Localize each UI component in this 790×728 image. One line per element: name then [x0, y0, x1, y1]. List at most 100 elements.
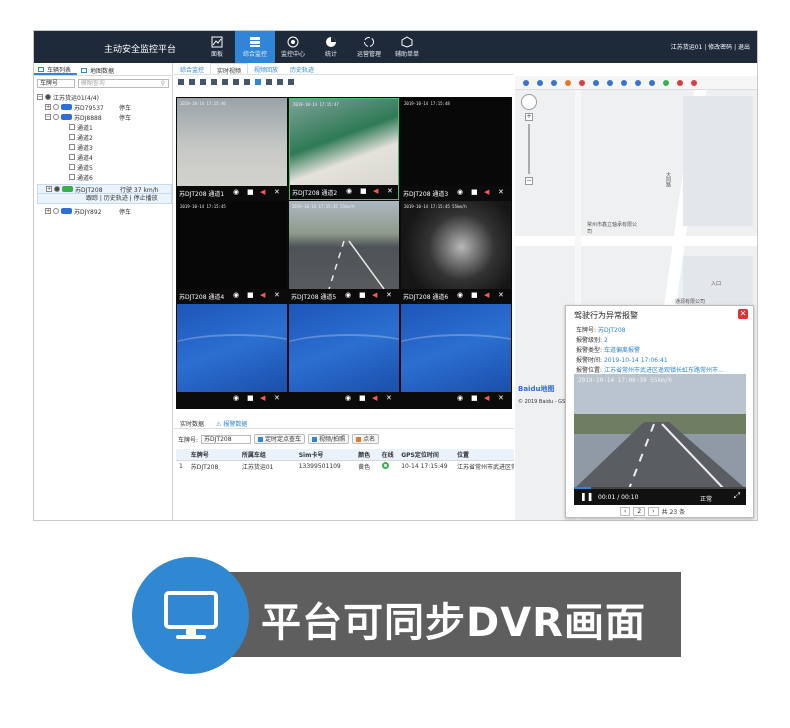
camera-icon[interactable]: ◉: [233, 292, 239, 299]
current-page[interactable]: 2: [633, 507, 646, 516]
layout-6-icon[interactable]: [200, 79, 206, 85]
expand-icon[interactable]: ✕: [498, 189, 504, 196]
tree-channel[interactable]: 通道1: [37, 122, 172, 132]
camera-icon[interactable]: ◉: [346, 188, 352, 195]
tab-integrated[interactable]: 综合监控: [174, 63, 210, 74]
tree-root[interactable]: − 江苏货运01(4/4): [37, 92, 172, 102]
camera-icon[interactable]: ◉: [457, 292, 463, 299]
mute-icon[interactable]: ◀: [484, 292, 489, 299]
expand-icon[interactable]: ✕: [498, 395, 504, 402]
zoom-slider[interactable]: [528, 124, 530, 174]
camera-icon[interactable]: ◉: [233, 189, 239, 196]
expand-icon[interactable]: ✕: [274, 395, 280, 402]
camera-icon[interactable]: ◉: [457, 395, 463, 402]
map-poi[interactable]: 入口: [711, 280, 721, 287]
expand-icon[interactable]: ✕: [498, 292, 504, 299]
stop-all-icon[interactable]: [244, 79, 250, 85]
vehicle-actions[interactable]: 跟踪 | 历史轨迹 | 停止播放: [37, 194, 172, 204]
mute-icon[interactable]: ◀: [484, 395, 489, 402]
mute-icon[interactable]: ◀: [372, 292, 377, 299]
checkbox[interactable]: [53, 114, 59, 120]
clear-icon[interactable]: [565, 79, 571, 86]
settings-icon[interactable]: [277, 79, 283, 85]
stop-icon[interactable]: ■: [247, 189, 254, 196]
tree-channel[interactable]: 通道5: [37, 162, 172, 172]
nav-integrated-monitoring[interactable]: 综合监控: [235, 31, 275, 63]
camera-icon[interactable]: ◉: [345, 292, 351, 299]
stop-icon[interactable]: ■: [471, 189, 478, 196]
layout-9-icon[interactable]: [211, 79, 217, 85]
zoom-in-button[interactable]: +: [525, 113, 533, 121]
user-bar[interactable]: 江苏货运01 | 修改密码 | 退出: [671, 42, 750, 51]
alarm-video[interactable]: 2019-10-14 17:06:39 55km/h: [574, 374, 746, 489]
tree-channel[interactable]: 通道2: [37, 132, 172, 142]
ruler-icon[interactable]: [607, 79, 613, 86]
route-icon[interactable]: [649, 79, 655, 86]
collapse-icon[interactable]: −: [45, 114, 51, 120]
fullscreen-icon[interactable]: [233, 79, 239, 85]
play-icon[interactable]: [255, 79, 261, 85]
video-cell-3[interactable]: 2019-10-14 17:15:48 苏DJT208 通道3 ◉ ■ ◀ ✕: [401, 98, 511, 200]
tree-channel[interactable]: 通道6: [37, 172, 172, 182]
video-cell-2[interactable]: 2019-10-14 17:15:47 苏DJT208 通道2 ◉ ■ ◀ ✕: [289, 98, 399, 200]
camera-icon[interactable]: ◉: [457, 189, 463, 196]
layout-16-icon[interactable]: [222, 79, 228, 85]
pin-icon[interactable]: [663, 79, 669, 86]
tab-vehicle-list[interactable]: 车辆列表: [34, 63, 78, 75]
camera-icon[interactable]: ◉: [233, 395, 239, 402]
alarm-point-icon[interactable]: [677, 79, 683, 86]
collapse-icon[interactable]: −: [37, 94, 43, 100]
checkbox[interactable]: [53, 104, 59, 110]
mute-icon[interactable]: ◀: [260, 395, 265, 402]
nav-operations[interactable]: 运营管理: [349, 31, 389, 63]
video-cell-1[interactable]: 2019-10-14 17:15:46 苏DJT208 通道1 ◉ ■ ◀ ✕: [177, 98, 287, 200]
stop-icon[interactable]: ■: [359, 395, 366, 402]
tree-channel[interactable]: 通道4: [37, 152, 172, 162]
rollcall-button[interactable]: 点名: [352, 434, 380, 444]
map-poi[interactable]: 常州市鑫立轴承有限公司: [587, 221, 637, 235]
expand-icon[interactable]: ✕: [386, 292, 392, 299]
video-cell-5[interactable]: 2019-10-14 17:15:45 55km/h 苏DJT208 通道5 ◉…: [289, 201, 399, 303]
checkbox[interactable]: [53, 208, 59, 214]
camera-icon[interactable]: ◉: [345, 395, 351, 402]
tree-channel[interactable]: 通道3: [37, 142, 172, 152]
prev-page-button[interactable]: ‹: [620, 507, 631, 516]
pan-icon[interactable]: [521, 94, 537, 110]
expand-icon[interactable]: ✕: [274, 292, 280, 299]
channel-box[interactable]: [69, 164, 75, 170]
channel-box[interactable]: [69, 134, 75, 140]
nav-dashboard[interactable]: 面板: [197, 31, 237, 63]
nav-monitor-center[interactable]: 监控中心: [273, 31, 313, 63]
polygon-icon[interactable]: [635, 79, 641, 86]
video-cell-9[interactable]: ◉ ■ ◀ ✕: [401, 304, 511, 406]
video-cell-4[interactable]: 2019-10-14 17:15:45 苏DJT208 通道4 ◉ ■ ◀ ✕: [177, 201, 287, 303]
stop-icon[interactable]: ■: [359, 292, 366, 299]
video-photo-button[interactable]: 视频/拍照: [308, 434, 350, 444]
tab-map-data[interactable]: 地图数据: [77, 63, 120, 75]
search-icon[interactable]: ⚲: [161, 80, 165, 88]
tab-playback[interactable]: 视频回放: [248, 63, 284, 74]
table-row[interactable]: 1 苏DJT208 江苏货运01 13399501109 黄色 10-14 17…: [176, 461, 514, 473]
map-poi[interactable]: 通源有限公司: [675, 298, 705, 305]
tab-alarm-data[interactable]: ⚠ 报警数据: [210, 417, 253, 428]
circle-icon[interactable]: [621, 79, 627, 86]
tab-realtime-data[interactable]: 实时数据: [174, 417, 210, 428]
stop-icon[interactable]: ■: [471, 292, 478, 299]
fullscreen-icon[interactable]: ⤢: [734, 492, 740, 500]
channel-box[interactable]: [69, 154, 75, 160]
zoom-out-button[interactable]: −: [525, 177, 533, 185]
marker-icon[interactable]: [579, 79, 585, 86]
map-zoom-control[interactable]: + −: [521, 94, 537, 214]
close-icon[interactable]: ✕: [738, 309, 748, 319]
tree-vehicle[interactable]: − 苏DJ8888 停车: [37, 112, 172, 122]
mute-icon[interactable]: ◀: [260, 189, 265, 196]
record-icon[interactable]: [266, 79, 272, 85]
tab-realtime-video[interactable]: 实时视频: [210, 63, 249, 75]
tree-vehicle[interactable]: + 苏D79537 停车: [37, 102, 172, 112]
video-cell-6[interactable]: 2019-10-14 17:15:45 55km/h 苏DJT208 通道6 ◉…: [401, 201, 511, 303]
search-type-select[interactable]: 车牌号: [37, 78, 75, 88]
nav-statistics[interactable]: 统计: [311, 31, 351, 63]
stop-point-icon[interactable]: [691, 79, 697, 86]
video-cell-7[interactable]: ◉ ■ ◀ ✕: [177, 304, 287, 406]
expand-icon[interactable]: +: [46, 186, 52, 192]
